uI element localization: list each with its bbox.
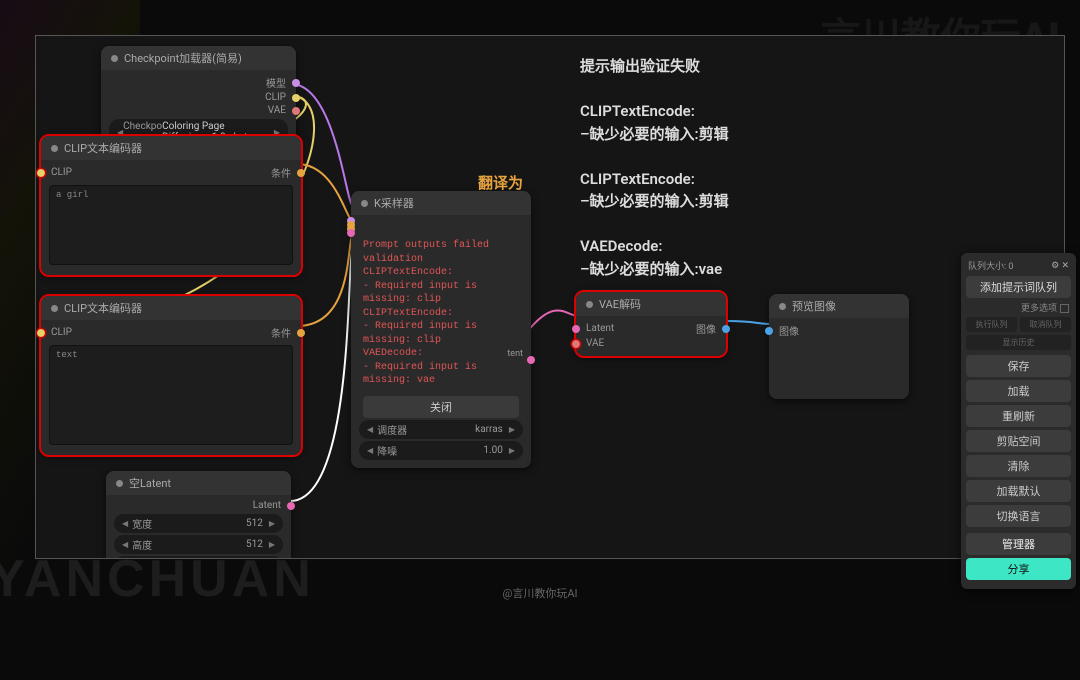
node-title-label: 空Latent (129, 475, 171, 491)
node-clip-text-encode-positive[interactable]: CLIP文本编码器 CLIP 条件 a girl (41, 136, 301, 275)
port-in-clip[interactable] (37, 329, 45, 337)
node-title-label: CLIP文本编码器 (64, 300, 142, 316)
port-out-conditioning[interactable] (297, 169, 305, 177)
port-in-vae[interactable] (572, 340, 580, 348)
port-label-model: 模型 (266, 75, 286, 90)
node-empty-latent[interactable]: 空Latent Latent ◀宽度512▶ ◀高度512▶ ◀批次大小1▶ (106, 471, 291, 559)
error-message: Prompt outputs failed validation CLIPTex… (351, 235, 531, 392)
switch-language-button[interactable]: 切换语言 (966, 505, 1071, 527)
clear-button[interactable]: 清除 (966, 455, 1071, 477)
queue-size-label: 队列大小: 0 (968, 259, 1013, 272)
latent-height[interactable]: ◀高度512▶ (114, 535, 283, 554)
port-label-clip: CLIP (51, 167, 72, 178)
port-in-latent[interactable] (347, 229, 355, 237)
port-label-conditioning: 条件 (271, 325, 291, 340)
prompt-textarea[interactable]: text (49, 345, 293, 445)
manager-button[interactable]: 管理器 (966, 533, 1071, 555)
node-title-label: CLIP文本编码器 (64, 140, 142, 156)
show-history-button[interactable]: 显示历史 (966, 335, 1071, 350)
load-button[interactable]: 加载 (966, 380, 1071, 402)
more-options-toggle[interactable]: 更多选项 (966, 301, 1071, 317)
port-out-latent[interactable] (527, 356, 535, 364)
ksampler-scheduler[interactable]: ◀调度器karras▶ (359, 420, 523, 439)
port-label-clip: CLIP (265, 92, 286, 103)
credit-watermark: @言川教你玩AI (0, 585, 1080, 601)
clipspace-button[interactable]: 剪贴空间 (966, 430, 1071, 452)
node-title-label: Checkpoint加载器(简易) (124, 50, 242, 66)
port-label-clip: CLIP (51, 327, 72, 338)
exec-queue-button[interactable]: 执行队列 (966, 317, 1017, 332)
node-title-label: VAE解码 (599, 296, 641, 312)
translation-overlay: 翻译为 (478, 172, 523, 195)
latent-batch[interactable]: ◀批次大小1▶ (114, 556, 283, 559)
port-label-latent: Latent (253, 500, 281, 511)
port-label-conditioning: 条件 (271, 165, 291, 180)
node-title-label: 预览图像 (792, 298, 836, 314)
port-in-latent[interactable] (572, 325, 580, 333)
latent-width[interactable]: ◀宽度512▶ (114, 514, 283, 533)
port-out-model[interactable] (292, 79, 300, 87)
port-out-clip[interactable] (292, 94, 300, 102)
node-vae-decode[interactable]: VAE解码 Latent图像 VAE (576, 292, 726, 356)
node-title-label: K采样器 (374, 195, 414, 211)
port-label-vae: VAE (268, 105, 286, 116)
prompt-textarea[interactable]: a girl (49, 185, 293, 265)
node-preview-image[interactable]: 预览图像 图像 (769, 294, 909, 399)
queue-prompt-button[interactable]: 添加提示词队列 (966, 276, 1071, 298)
close-icon[interactable]: ✕ (1061, 261, 1069, 271)
ksampler-denoise[interactable]: ◀降噪1.00▶ (359, 441, 523, 460)
port-out-conditioning[interactable] (297, 329, 305, 337)
save-button[interactable]: 保存 (966, 355, 1071, 377)
control-panel[interactable]: 队列大小: 0 ⚙ ✕ 添加提示词队列 更多选项 执行队列取消队列 显示历史 保… (961, 253, 1076, 589)
node-ksampler[interactable]: K采样器 Prompt outputs failed validation CL… (351, 191, 531, 468)
port-out-latent[interactable] (287, 502, 295, 510)
port-in-image[interactable] (765, 327, 773, 335)
port-in-clip[interactable] (37, 169, 45, 177)
port-out-vae[interactable] (292, 107, 300, 115)
load-default-button[interactable]: 加载默认 (966, 480, 1071, 502)
node-canvas[interactable]: Checkpoint加载器(简易) 模型 CLIP VAE ◀ CheckpoC… (35, 35, 1065, 559)
gear-icon[interactable]: ⚙ (1051, 261, 1059, 271)
close-button[interactable]: 关闭 (363, 396, 519, 418)
translation-overlay: 提示输出验证失败 CLIPTextEncode: –缺少必要的输入:剪辑 CLI… (580, 55, 900, 280)
cancel-queue-button[interactable]: 取消队列 (1020, 317, 1071, 332)
node-clip-text-encode-negative[interactable]: CLIP文本编码器 CLIP 条件 text (41, 296, 301, 455)
port-out-image[interactable] (722, 325, 730, 333)
share-button[interactable]: 分享 (966, 558, 1071, 580)
refresh-button[interactable]: 重刷新 (966, 405, 1071, 427)
